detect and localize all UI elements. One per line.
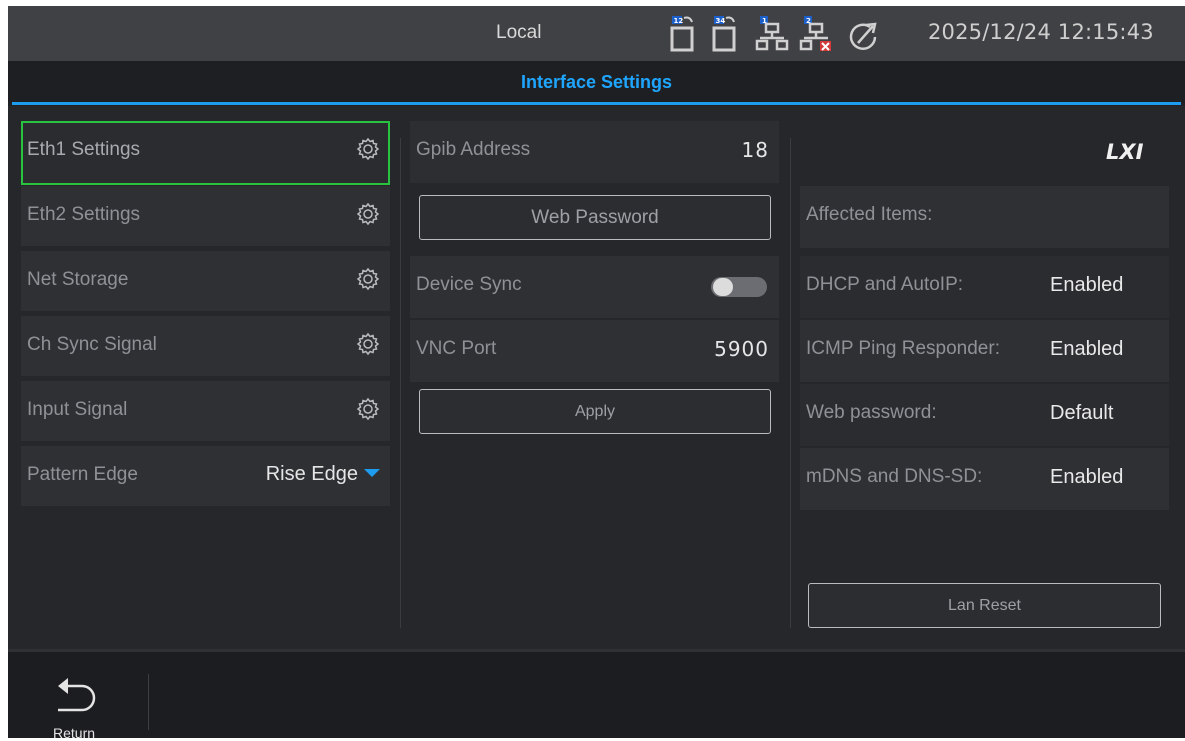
column-divider xyxy=(790,138,791,628)
return-icon xyxy=(58,678,96,712)
return-label: Return xyxy=(53,725,96,741)
eth2-settings-label: Eth2 Settings xyxy=(27,204,141,225)
pattern-edge-value: Rise Edge xyxy=(266,463,380,486)
lxi-logo-text: LXI xyxy=(1106,140,1144,164)
ch-sync-signal-label: Ch Sync Signal xyxy=(27,334,157,355)
device-sync-row: Device Sync xyxy=(410,256,779,318)
dhcp-label: DHCP and AutoIP: xyxy=(806,274,964,295)
eth1-settings-label: Eth1 Settings xyxy=(27,139,141,160)
svg-text:12: 12 xyxy=(674,17,684,25)
affected-items-header: Affected Items: xyxy=(800,186,1169,248)
net-storage-button[interactable]: Net Storage xyxy=(21,251,390,311)
gpib-address-value: 18 xyxy=(741,138,769,162)
icmp-value: Enabled xyxy=(1050,338,1124,360)
sync-icon xyxy=(849,22,877,50)
web-password-row: Web password: Default xyxy=(800,384,1169,446)
icmp-label: ICMP Ping Responder: xyxy=(806,338,1000,359)
icmp-row: ICMP Ping Responder: Enabled xyxy=(800,320,1169,382)
softkey-separator xyxy=(148,674,149,730)
web-password-button[interactable]: Web Password xyxy=(419,195,771,240)
title-underline xyxy=(12,102,1181,105)
mdns-value: Enabled xyxy=(1050,466,1124,488)
page-title: Interface Settings xyxy=(520,72,673,92)
pattern-edge-label: Pattern Edge xyxy=(27,464,138,485)
instrument-screen: Local 12 34 1 2 2025/12/24 12:15:43 Inte… xyxy=(8,6,1185,741)
channel-34-icon: 34 xyxy=(712,16,736,52)
bottom-softkey-bar: Return xyxy=(8,652,1185,741)
channel-12-icon: 12 xyxy=(670,16,694,52)
web-password-label: Web password: xyxy=(806,402,937,423)
input-signal-label: Input Signal xyxy=(27,399,128,420)
status-bar: Local 12 34 1 2 2025/12/24 12:15:43 xyxy=(8,6,1185,61)
input-signal-button[interactable]: Input Signal xyxy=(21,381,390,441)
chevron-down-icon xyxy=(364,468,380,477)
dhcp-value: Enabled xyxy=(1050,274,1124,296)
lan2-disconnected-icon: 2 xyxy=(799,16,831,51)
remote-mode-indicator: Local xyxy=(496,22,542,43)
gpib-address-field[interactable]: Gpib Address 18 xyxy=(410,121,779,183)
lan1-icon: 1 xyxy=(755,16,789,51)
pattern-edge-selected: Rise Edge xyxy=(265,463,358,485)
toggle-knob xyxy=(713,278,733,296)
vnc-port-field[interactable]: VNC Port 5900 xyxy=(410,320,779,382)
ch-sync-signal-button[interactable]: Ch Sync Signal xyxy=(21,316,390,376)
gear-icon xyxy=(356,397,380,421)
eth2-settings-button[interactable]: Eth2 Settings xyxy=(21,186,390,246)
gear-icon xyxy=(356,137,380,161)
device-sync-toggle[interactable] xyxy=(711,277,767,297)
vnc-port-value: 5900 xyxy=(714,337,769,361)
net-storage-label: Net Storage xyxy=(27,269,129,290)
settings-panel: Eth1 Settings Eth2 Settings Net Storage … xyxy=(8,106,1185,649)
gear-icon xyxy=(356,202,380,226)
affected-items-label: Affected Items: xyxy=(806,204,933,225)
apply-button[interactable]: Apply xyxy=(419,389,771,434)
mdns-label: mDNS and DNS-SD: xyxy=(806,466,983,487)
dhcp-row: DHCP and AutoIP: Enabled xyxy=(800,256,1169,318)
return-button[interactable]: Return xyxy=(42,670,122,741)
gear-icon xyxy=(356,332,380,356)
lan-reset-button[interactable]: Lan Reset xyxy=(808,583,1161,628)
svg-text:34: 34 xyxy=(716,17,726,25)
gear-icon xyxy=(356,267,380,291)
datetime-display: 2025/12/24 12:15:43 xyxy=(928,20,1154,44)
vnc-port-label: VNC Port xyxy=(416,338,497,359)
pattern-edge-dropdown[interactable]: Pattern Edge Rise Edge xyxy=(21,446,390,506)
web-password-value: Default xyxy=(1050,402,1114,424)
column-divider xyxy=(400,138,401,628)
device-sync-label: Device Sync xyxy=(416,274,522,295)
gpib-address-label: Gpib Address xyxy=(416,139,531,160)
mdns-row: mDNS and DNS-SD: Enabled xyxy=(800,448,1169,510)
eth1-settings-button[interactable]: Eth1 Settings xyxy=(21,121,390,185)
lxi-logo: LXI xyxy=(1106,140,1144,164)
title-bar: Interface Settings xyxy=(8,61,1185,105)
